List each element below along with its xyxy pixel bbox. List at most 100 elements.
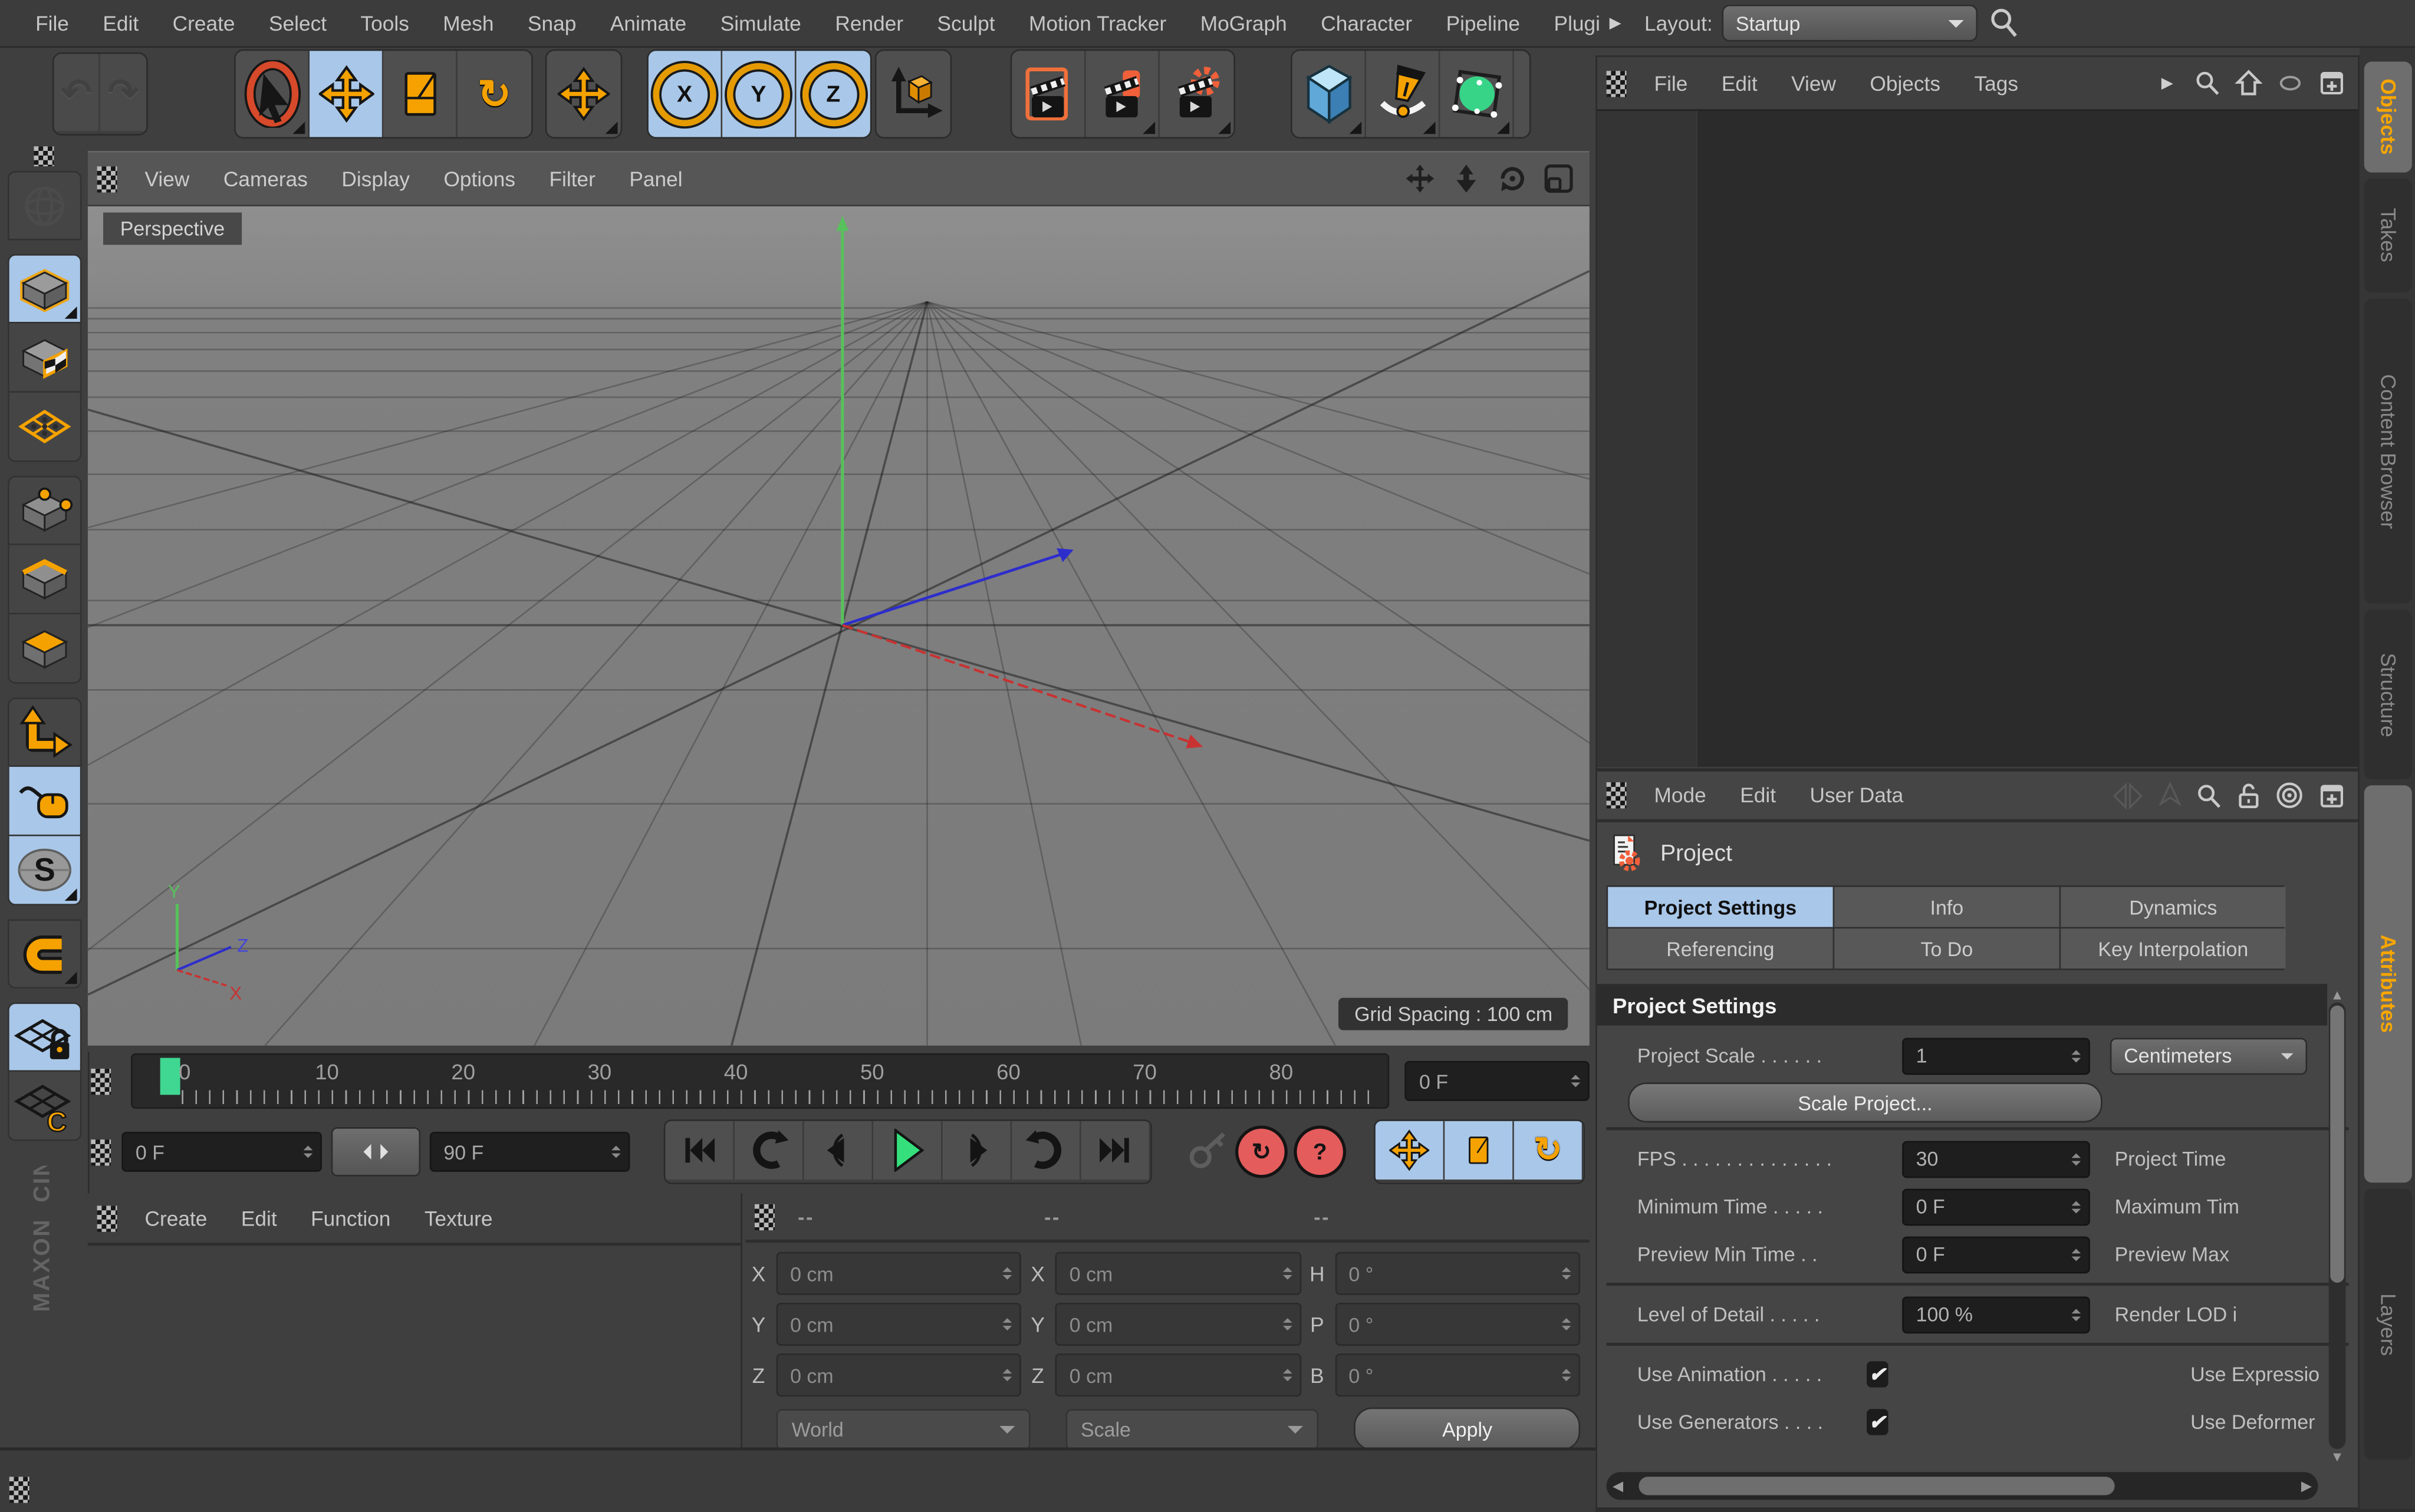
section-header[interactable]: Project Settings: [1597, 984, 2327, 1026]
use-animation-checkbox[interactable]: ✔: [1866, 1361, 1888, 1387]
render-view-button[interactable]: [1012, 51, 1085, 137]
record-rotation-toggle[interactable]: ↻: [1514, 1121, 1584, 1180]
add-deformer-button[interactable]: [1514, 51, 1529, 137]
target-icon[interactable]: [2275, 780, 2304, 810]
tab-referencing[interactable]: Referencing: [1608, 928, 1832, 969]
om-search-icon[interactable]: [2193, 70, 2221, 97]
tab-key-interpolation[interactable]: Key Interpolation: [2061, 928, 2285, 969]
render-settings-button[interactable]: [1160, 51, 1233, 137]
tab-attributes[interactable]: Attributes: [2364, 785, 2412, 1182]
vp-menu-filter[interactable]: Filter: [532, 167, 613, 190]
toggle-panel-layout-icon[interactable]: [1543, 163, 1574, 194]
stepper-icon[interactable]: [304, 1134, 313, 1171]
mat-menu-edit[interactable]: Edit: [224, 1207, 294, 1230]
redo-button[interactable]: ↷: [100, 54, 146, 131]
snap-button[interactable]: [7, 920, 81, 989]
object-manager-grip[interactable]: [1607, 70, 1627, 96]
pan-view-icon[interactable]: [1404, 163, 1435, 194]
scroll-right-icon[interactable]: ▶: [2301, 1478, 2312, 1494]
object-list[interactable]: [1597, 109, 2358, 766]
previous-key-button[interactable]: [735, 1121, 804, 1180]
om-eye-icon[interactable]: [2276, 73, 2304, 94]
timeline-ruler[interactable]: 010 2030 4050 6070 8090: [131, 1053, 1390, 1109]
attribute-horizontal-scrollbar[interactable]: ◀ ▶: [1607, 1472, 2318, 1500]
render-picture-viewer-button[interactable]: [1086, 51, 1160, 137]
stepper-icon[interactable]: [2071, 1142, 2081, 1175]
attr-menu-mode[interactable]: Mode: [1637, 784, 1723, 807]
coordinate-system-dropdown[interactable]: World: [777, 1408, 1030, 1450]
menu-mograph[interactable]: MoGraph: [1183, 12, 1304, 35]
menu-motion-tracker[interactable]: Motion Tracker: [1012, 12, 1183, 35]
om-menu-view[interactable]: View: [1774, 71, 1853, 94]
end-frame-field[interactable]: 90 F: [430, 1132, 630, 1172]
history-back-icon[interactable]: [2111, 782, 2145, 809]
add-generator-button[interactable]: [1440, 51, 1514, 137]
workplane-lock-button[interactable]: [7, 1003, 81, 1072]
timeline-playhead[interactable]: [160, 1058, 180, 1095]
record-key-icon[interactable]: [1183, 1129, 1229, 1175]
menu-file[interactable]: File: [18, 12, 85, 35]
menu-simulate[interactable]: Simulate: [703, 12, 818, 35]
polygons-mode-button[interactable]: [7, 614, 81, 684]
goto-start-button[interactable]: [665, 1121, 735, 1180]
om-menu-tags[interactable]: Tags: [1957, 71, 2035, 94]
edges-mode-button[interactable]: [7, 545, 81, 615]
goto-end-button[interactable]: [1081, 1121, 1151, 1180]
size-x-field[interactable]: 0 cm: [1055, 1252, 1301, 1295]
menu-animate[interactable]: Animate: [593, 12, 703, 35]
camera-label[interactable]: Perspective: [103, 212, 242, 245]
attribute-vertical-scrollbar[interactable]: ▲ ▼: [2325, 987, 2348, 1464]
texture-mode-button[interactable]: [7, 324, 81, 393]
y-axis-lock-button[interactable]: Y: [722, 51, 796, 137]
next-frame-button[interactable]: [943, 1121, 1012, 1180]
menu-sculpt[interactable]: Sculpt: [920, 12, 1012, 35]
status-grip[interactable]: [9, 1477, 29, 1503]
start-frame-field[interactable]: 0 F: [121, 1132, 322, 1172]
tab-to-do[interactable]: To Do: [1834, 928, 2059, 969]
history-up-icon[interactable]: [2159, 782, 2181, 809]
rotate-tool-button[interactable]: ↻: [458, 51, 531, 137]
size-mode-dropdown[interactable]: Scale: [1065, 1408, 1319, 1450]
z-axis-lock-button[interactable]: Z: [797, 51, 870, 137]
tab-structure[interactable]: Structure: [2364, 610, 2412, 779]
attribute-grip[interactable]: [1607, 782, 1627, 808]
simulation-toggle-button[interactable]: S: [7, 836, 81, 905]
tab-takes[interactable]: Takes: [2364, 179, 2412, 292]
stepper-icon[interactable]: [2071, 1237, 2081, 1271]
record-position-toggle[interactable]: [1376, 1121, 1445, 1180]
mat-menu-function[interactable]: Function: [294, 1207, 407, 1230]
lock-icon[interactable]: [2236, 782, 2261, 809]
size-z-field[interactable]: 0 cm: [1055, 1353, 1301, 1396]
keyframe-selection-button[interactable]: ?: [1294, 1126, 1346, 1178]
use-generators-checkbox[interactable]: ✔: [1866, 1409, 1888, 1435]
coordinate-system-button[interactable]: [876, 51, 950, 137]
next-key-button[interactable]: [1012, 1121, 1081, 1180]
attr-search-icon[interactable]: [2194, 782, 2222, 809]
stepper-icon[interactable]: [1571, 1062, 1580, 1099]
stepper-icon[interactable]: [611, 1134, 621, 1171]
mat-menu-create[interactable]: Create: [128, 1207, 224, 1230]
rotation-b-field[interactable]: 0 °: [1335, 1353, 1580, 1396]
tab-dynamics[interactable]: Dynamics: [2061, 887, 2285, 927]
viewport-grip[interactable]: [97, 166, 117, 192]
vp-menu-options[interactable]: Options: [427, 167, 532, 190]
level-of-detail-field[interactable]: 100 %: [1902, 1296, 2090, 1333]
attr-add-icon[interactable]: [2318, 782, 2345, 809]
attr-menu-edit[interactable]: Edit: [1723, 784, 1793, 807]
stepper-icon[interactable]: [2071, 1190, 2081, 1223]
previous-frame-button[interactable]: [804, 1121, 874, 1180]
minimum-time-field[interactable]: 0 F: [1902, 1188, 2090, 1225]
rotate-view-icon[interactable]: [1497, 163, 1528, 194]
record-scale-toggle[interactable]: [1445, 1121, 1514, 1180]
preview-min-time-field[interactable]: 0 F: [1902, 1236, 2090, 1273]
points-mode-button[interactable]: [7, 476, 81, 545]
scroll-up-icon[interactable]: ▲: [2330, 987, 2344, 1002]
menu-select[interactable]: Select: [252, 12, 344, 35]
menu-mesh[interactable]: Mesh: [426, 12, 511, 35]
tab-layers[interactable]: Layers: [2364, 1189, 2412, 1460]
material-grip[interactable]: [97, 1205, 117, 1231]
model-mode-button[interactable]: [7, 254, 81, 324]
om-home-icon[interactable]: [2235, 70, 2262, 97]
menu-edit[interactable]: Edit: [86, 12, 156, 35]
tab-project-settings[interactable]: Project Settings: [1608, 887, 1832, 927]
